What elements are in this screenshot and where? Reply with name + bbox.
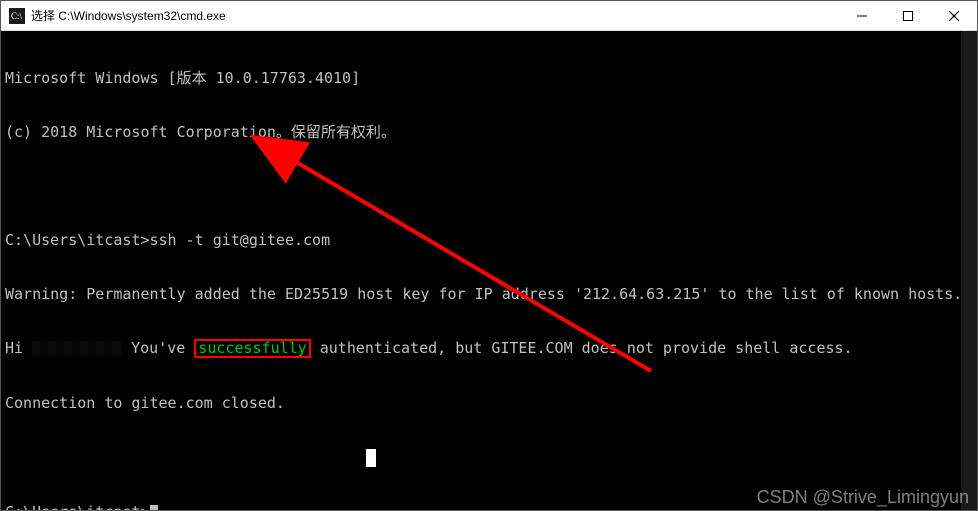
success-highlight: successfully — [194, 339, 310, 358]
warning-line: Warning: Permanently added the ED25519 h… — [5, 285, 973, 303]
blank-line-2 — [5, 448, 973, 467]
text-cursor — [150, 505, 158, 511]
titlebar[interactable]: C:\ 选择 C:\Windows\system32\cmd.exe — [1, 1, 977, 31]
vertical-scrollbar[interactable] — [961, 31, 977, 510]
selection-cursor — [366, 449, 376, 467]
cmd-icon: C:\ — [9, 8, 25, 24]
redacted-username — [32, 341, 122, 356]
hi-prefix: Hi — [5, 339, 32, 357]
hi-suffix: authenticated, but GITEE.COM does not pr… — [311, 339, 853, 357]
copyright-line: (c) 2018 Microsoft Corporation。保留所有权利。 — [5, 123, 973, 141]
cmd-window: C:\ 选择 C:\Windows\system32\cmd.exe Micro… — [0, 0, 978, 511]
command-text: ssh -t git@gitee.com — [150, 231, 331, 249]
command-line-1: C:\Users\itcast>ssh -t git@gitee.com — [5, 231, 973, 249]
prompt-2: C:\Users\itcast> — [5, 503, 150, 511]
close-button[interactable] — [931, 1, 977, 30]
hi-mid: You've — [122, 339, 194, 357]
minimize-button[interactable] — [839, 1, 885, 30]
terminal-area[interactable]: Microsoft Windows [版本 10.0.17763.4010] (… — [1, 31, 977, 510]
prompt-1: C:\Users\itcast> — [5, 231, 150, 249]
window-controls — [839, 1, 977, 30]
version-line: Microsoft Windows [版本 10.0.17763.4010] — [5, 69, 973, 87]
svg-text:C:\: C:\ — [11, 11, 23, 21]
maximize-button[interactable] — [885, 1, 931, 30]
window-title: 选择 C:\Windows\system32\cmd.exe — [31, 7, 839, 24]
closed-line: Connection to gitee.com closed. — [5, 394, 973, 412]
command-line-2: C:\Users\itcast> — [5, 503, 973, 511]
annotation-arrow — [1, 31, 977, 510]
blank-line — [5, 177, 973, 195]
auth-line: Hi You've successfully authenticated, bu… — [5, 339, 973, 358]
